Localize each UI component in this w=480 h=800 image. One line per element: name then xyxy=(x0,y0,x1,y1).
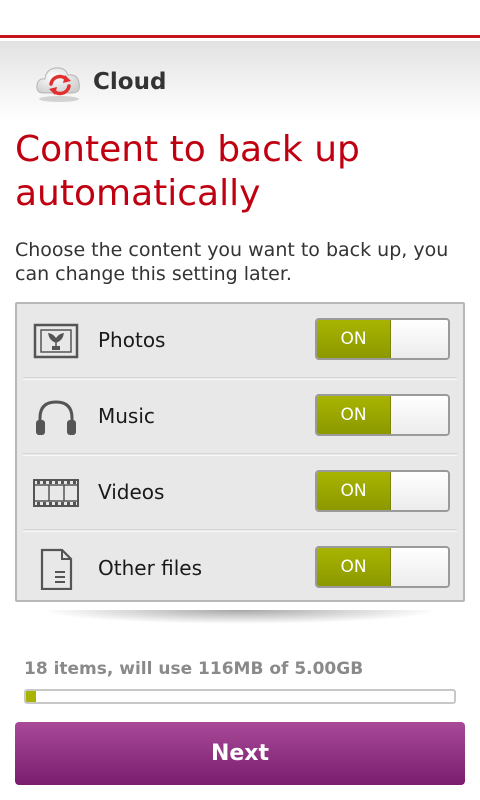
other-files-toggle-off-side xyxy=(391,548,448,586)
option-row-photos: Photos ON xyxy=(17,304,463,380)
option-label-videos: Videos xyxy=(98,480,165,504)
photos-toggle-on: ON xyxy=(317,320,391,358)
headphones-icon xyxy=(36,400,76,435)
option-label-photos: Photos xyxy=(98,328,166,352)
option-row-other-files: Other files ON xyxy=(17,532,463,606)
videos-toggle-off-side xyxy=(391,472,448,510)
option-label-other-files: Other files xyxy=(98,556,203,580)
photos-toggle-off-side xyxy=(391,320,448,358)
next-button[interactable]: Next xyxy=(15,722,465,785)
storage-summary: 18 items, will use 116MB of 5.00GB xyxy=(24,659,364,679)
page-subtitle: Choose the content you want to back up, … xyxy=(15,239,449,285)
videos-toggle[interactable]: ON xyxy=(315,470,450,512)
music-toggle-off-side xyxy=(391,396,448,434)
document-icon xyxy=(40,548,73,590)
status-bar-area xyxy=(0,0,480,38)
cloud-sync-icon xyxy=(36,67,80,102)
videos-toggle-on: ON xyxy=(317,472,391,510)
backup-options-list: Photos ON Music ON Videos ON Other files… xyxy=(15,302,465,602)
storage-progress-fill xyxy=(26,691,36,702)
film-strip-icon xyxy=(33,479,79,507)
photo-icon xyxy=(33,323,79,359)
storage-progress-bar xyxy=(24,689,456,704)
photos-toggle[interactable]: ON xyxy=(315,318,450,360)
music-toggle[interactable]: ON xyxy=(315,394,450,436)
page-title: Content to back up automatically xyxy=(15,129,360,214)
app-title: Cloud xyxy=(93,69,167,95)
option-row-music: Music ON xyxy=(17,380,463,456)
panel-shadow xyxy=(40,610,440,624)
app-header: Cloud xyxy=(0,41,480,122)
music-toggle-on: ON xyxy=(317,396,391,434)
other-files-toggle[interactable]: ON xyxy=(315,546,450,588)
option-label-music: Music xyxy=(98,404,155,428)
option-row-videos: Videos ON xyxy=(17,456,463,532)
other-files-toggle-on: ON xyxy=(317,548,391,586)
